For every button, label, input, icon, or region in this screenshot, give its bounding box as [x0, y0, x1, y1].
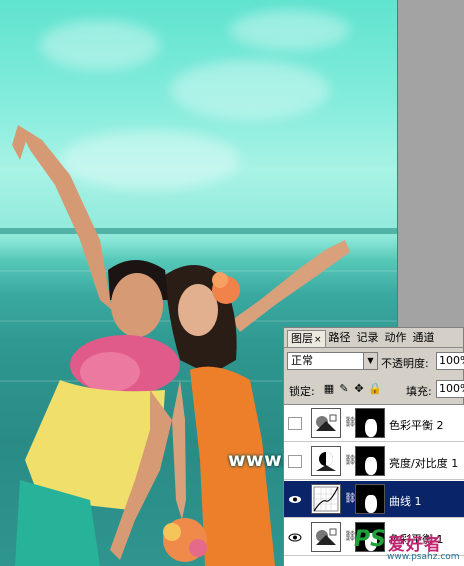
lock-pixels-icon[interactable]: ✎ [338, 383, 350, 395]
eye-icon[interactable] [288, 493, 302, 506]
layer-name[interactable]: 色彩平衡 2 [389, 417, 444, 433]
layer-row-selected[interactable]: ⛓ 曲线 1 [284, 481, 464, 518]
blend-mode-select[interactable]: 正常 ▼ [287, 352, 378, 370]
blend-mode-value: 正常 [291, 354, 313, 367]
logo-url-text: www.psahz.com [387, 552, 460, 562]
layer-mask-thumbnail[interactable] [355, 484, 385, 514]
panel-tabs: 图层× 路径 记录 动作 通道 [284, 328, 463, 348]
layer-row[interactable]: ⛓ 亮度/对比度 1 [284, 443, 464, 480]
link-icon[interactable]: ⛓ [344, 493, 357, 505]
tab-paths[interactable]: 路径 [326, 330, 354, 347]
logo-ps-text: PS [354, 527, 386, 552]
lock-position-icon[interactable]: ✥ [353, 383, 365, 395]
color-balance-icon [311, 408, 341, 438]
chevron-down-icon[interactable]: ▼ [363, 353, 377, 369]
close-icon[interactable]: × [314, 335, 322, 345]
tab-layers[interactable]: 图层× [287, 330, 326, 347]
layer-name[interactable]: 亮度/对比度 1 [389, 455, 458, 471]
visibility-toggle[interactable] [288, 417, 302, 430]
eye-icon[interactable] [288, 531, 302, 544]
mask-shape [365, 419, 377, 437]
curves-icon [311, 484, 341, 514]
opacity-input[interactable]: 100% [436, 352, 464, 370]
mask-shape [365, 457, 377, 475]
brightness-contrast-icon [311, 446, 341, 476]
link-icon[interactable]: ⛓ [344, 417, 357, 429]
layer-mask-thumbnail[interactable] [355, 446, 385, 476]
mask-shape [365, 495, 377, 513]
tab-channels[interactable]: 通道 [410, 330, 438, 347]
layer-name[interactable]: 曲线 1 [389, 493, 422, 509]
lock-label: 锁定: [289, 385, 315, 398]
layer-row[interactable]: ⛓ 色彩平衡 2 [284, 405, 464, 442]
tab-history[interactable]: 记录 [354, 330, 382, 347]
tab-label: 图层 [291, 332, 313, 345]
fill-input[interactable]: 100% [436, 380, 464, 398]
link-icon[interactable]: ⛓ [344, 455, 357, 467]
fill-label: 填充: [406, 385, 432, 398]
color-balance-icon [311, 522, 341, 552]
lock-options: ▦ ✎ ✥ 🔒 [323, 383, 382, 395]
tab-actions[interactable]: 动作 [382, 330, 410, 347]
lock-transparency-icon[interactable]: ▦ [323, 383, 335, 395]
layer-mask-thumbnail[interactable] [355, 408, 385, 438]
lock-all-icon[interactable]: 🔒 [368, 383, 382, 395]
visibility-toggle[interactable] [288, 455, 302, 468]
site-logo: PS 爱好者 www.psahz.com [354, 527, 464, 566]
link-icon[interactable]: ⛓ [344, 531, 357, 543]
opacity-label: 不透明度: [381, 357, 429, 370]
